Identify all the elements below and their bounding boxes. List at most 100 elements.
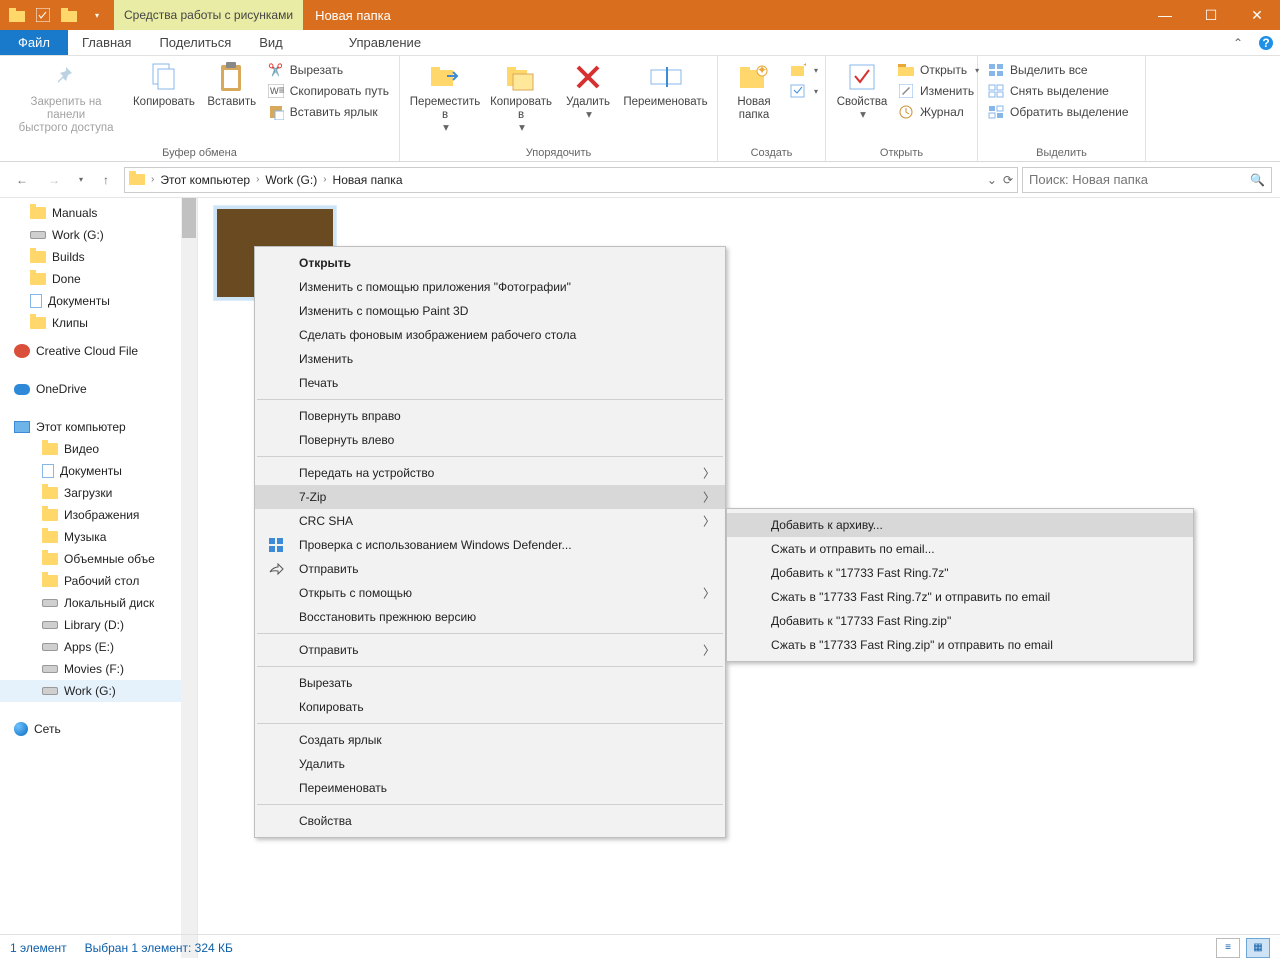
- history-button[interactable]: Журнал: [894, 102, 983, 122]
- sidebar-item[interactable]: Manuals: [0, 202, 197, 224]
- rename-button[interactable]: Переименовать: [620, 58, 711, 111]
- select-none-button[interactable]: Снять выделение: [984, 81, 1133, 101]
- context-menu-item[interactable]: Изменить с помощью приложения "Фотографи…: [255, 275, 725, 299]
- context-menu-item[interactable]: Проверка с использованием Windows Defend…: [255, 533, 725, 557]
- context-menu-item[interactable]: Сжать и отправить по email...: [727, 537, 1193, 561]
- sidebar-scrollbar[interactable]: [181, 198, 197, 958]
- context-menu-item[interactable]: 7-Zip〉: [255, 485, 725, 509]
- breadcrumb[interactable]: Этот компьютер: [160, 173, 250, 187]
- context-menu-item[interactable]: Повернуть вправо: [255, 404, 725, 428]
- invert-selection-button[interactable]: Обратить выделение: [984, 102, 1133, 122]
- context-menu-item[interactable]: Открыть с помощью〉: [255, 581, 725, 605]
- sidebar-item[interactable]: Movies (F:): [0, 658, 197, 680]
- nav-back-button[interactable]: ←: [8, 166, 36, 194]
- qat-properties-icon[interactable]: [32, 4, 54, 26]
- context-menu-item[interactable]: Добавить к "17733 Fast Ring.7z": [727, 561, 1193, 585]
- nav-history-dropdown[interactable]: ▾: [72, 166, 88, 194]
- sidebar-item[interactable]: Done: [0, 268, 197, 290]
- new-folder-button[interactable]: ✦ Новая папка: [724, 58, 784, 124]
- sidebar-item[interactable]: Builds: [0, 246, 197, 268]
- move-to-button[interactable]: Переместить в▾: [406, 58, 484, 138]
- cut-button[interactable]: ✂️Вырезать: [264, 60, 393, 80]
- search-input[interactable]: [1029, 172, 1250, 187]
- breadcrumb[interactable]: Work (G:): [265, 173, 317, 187]
- context-menu-item[interactable]: Добавить к "17733 Fast Ring.zip": [727, 609, 1193, 633]
- context-menu-item[interactable]: Переименовать: [255, 776, 725, 800]
- pin-to-quick-access-button[interactable]: Закрепить на панели быстрого доступа: [6, 58, 126, 138]
- edit-button[interactable]: Изменить: [894, 81, 983, 101]
- close-button[interactable]: ✕: [1234, 0, 1280, 30]
- sidebar-item[interactable]: Apps (E:): [0, 636, 197, 658]
- context-menu-item[interactable]: Печать: [255, 371, 725, 395]
- easy-access-button[interactable]: ▾: [786, 81, 822, 101]
- help-button[interactable]: ?: [1252, 30, 1280, 55]
- ribbon-collapse-button[interactable]: ⌃: [1224, 30, 1252, 55]
- context-menu-item[interactable]: Создать ярлык: [255, 728, 725, 752]
- sidebar-item[interactable]: Документы: [0, 290, 197, 312]
- paste-button[interactable]: Вставить: [202, 58, 262, 111]
- paste-shortcut-button[interactable]: Вставить ярлык: [264, 102, 393, 122]
- sidebar-item[interactable]: Work (G:): [0, 680, 197, 702]
- context-menu-item[interactable]: Отправить: [255, 557, 725, 581]
- open-button[interactable]: Открыть▾: [894, 60, 983, 80]
- sidebar-item[interactable]: Изображения: [0, 504, 197, 526]
- context-menu-item[interactable]: Сжать в "17733 Fast Ring.zip" и отправит…: [727, 633, 1193, 657]
- address-bar[interactable]: › Этот компьютер› Work (G:)› Новая папка…: [124, 167, 1018, 193]
- copy-to-button[interactable]: Копировать в▾: [486, 58, 556, 138]
- sidebar-item[interactable]: Документы: [0, 460, 197, 482]
- context-menu-item[interactable]: Открыть: [255, 251, 725, 275]
- sidebar-item[interactable]: Клипы: [0, 312, 197, 334]
- breadcrumb[interactable]: Новая папка: [333, 173, 403, 187]
- sidebar-item[interactable]: Work (G:): [0, 224, 197, 246]
- refresh-button[interactable]: ⟳: [1003, 173, 1013, 187]
- sidebar-item[interactable]: Library (D:): [0, 614, 197, 636]
- sidebar-item[interactable]: Музыка: [0, 526, 197, 548]
- context-menu-item[interactable]: Изменить: [255, 347, 725, 371]
- context-menu-item[interactable]: Копировать: [255, 695, 725, 719]
- tab-share[interactable]: Поделиться: [145, 30, 245, 55]
- view-details-button[interactable]: ≡: [1216, 938, 1240, 958]
- sidebar-item-this-pc[interactable]: Этот компьютер: [0, 416, 197, 438]
- sidebar-item[interactable]: Видео: [0, 438, 197, 460]
- sidebar-item-label: Work (G:): [64, 684, 116, 698]
- minimize-button[interactable]: —: [1142, 0, 1188, 30]
- tab-view[interactable]: Вид: [245, 30, 297, 55]
- select-all-button[interactable]: Выделить все: [984, 60, 1133, 80]
- context-menu-item[interactable]: Передать на устройство〉: [255, 461, 725, 485]
- maximize-button[interactable]: ☐: [1188, 0, 1234, 30]
- nav-forward-button[interactable]: →: [40, 166, 68, 194]
- context-menu-item[interactable]: Вырезать: [255, 671, 725, 695]
- picture-tools-tab[interactable]: Средства работы с рисунками: [114, 0, 303, 30]
- qat-folder-icon[interactable]: [58, 4, 80, 26]
- properties-button[interactable]: Свойства▾: [832, 58, 892, 124]
- context-menu-item[interactable]: Изменить с помощью Paint 3D: [255, 299, 725, 323]
- address-dropdown-icon[interactable]: ⌄: [987, 173, 997, 187]
- context-menu-item[interactable]: CRC SHA〉: [255, 509, 725, 533]
- sidebar-item-network[interactable]: Сеть: [0, 718, 197, 740]
- view-thumbnails-button[interactable]: ▦: [1246, 938, 1270, 958]
- sidebar-item[interactable]: Рабочий стол: [0, 570, 197, 592]
- context-menu-item[interactable]: Повернуть влево: [255, 428, 725, 452]
- search-box[interactable]: 🔍: [1022, 167, 1272, 193]
- context-menu-item[interactable]: Сжать в "17733 Fast Ring.7z" и отправить…: [727, 585, 1193, 609]
- sidebar-item-onedrive[interactable]: OneDrive: [0, 378, 197, 400]
- qat-dropdown-icon[interactable]: ▾: [86, 4, 108, 26]
- tab-home[interactable]: Главная: [68, 30, 145, 55]
- context-menu-item[interactable]: Отправить〉: [255, 638, 725, 662]
- context-menu-item[interactable]: Свойства: [255, 809, 725, 833]
- nav-up-button[interactable]: ↑: [92, 166, 120, 194]
- copy-button[interactable]: Копировать: [128, 58, 200, 111]
- context-menu-item[interactable]: Удалить: [255, 752, 725, 776]
- delete-button[interactable]: Удалить▾: [558, 58, 618, 124]
- context-menu-item[interactable]: Добавить к архиву...: [727, 513, 1193, 537]
- tab-file[interactable]: Файл: [0, 30, 68, 55]
- sidebar-item[interactable]: Объемные объе: [0, 548, 197, 570]
- new-item-button[interactable]: ✦▾: [786, 60, 822, 80]
- context-menu-item[interactable]: Восстановить прежнюю версию: [255, 605, 725, 629]
- copy-path-button[interactable]: w≡Скопировать путь: [264, 81, 393, 101]
- sidebar-item[interactable]: Загрузки: [0, 482, 197, 504]
- context-menu-item[interactable]: Сделать фоновым изображением рабочего ст…: [255, 323, 725, 347]
- tab-manage[interactable]: Управление: [335, 30, 435, 55]
- sidebar-item[interactable]: Локальный диск: [0, 592, 197, 614]
- sidebar-item-creative-cloud[interactable]: Creative Cloud File: [0, 340, 197, 362]
